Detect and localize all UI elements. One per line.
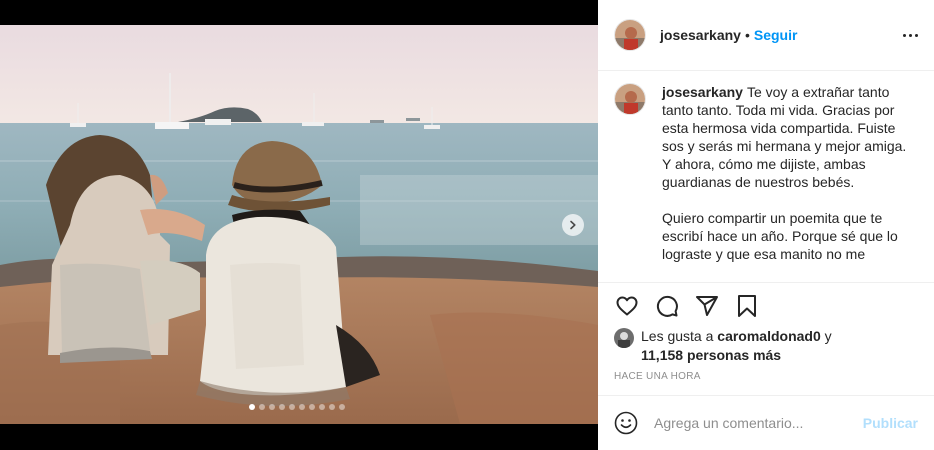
- comment-icon[interactable]: [654, 293, 680, 319]
- carousel-dot: [269, 404, 275, 410]
- heart-icon[interactable]: [614, 293, 640, 319]
- comment-form: Publicar: [598, 396, 934, 450]
- bookmark-icon[interactable]: [734, 293, 760, 319]
- avatar[interactable]: [614, 19, 646, 51]
- more-options-icon[interactable]: [903, 28, 918, 43]
- post-timestamp[interactable]: HACE UNA HORA: [614, 371, 701, 382]
- likes-connector: y: [824, 328, 832, 344]
- publish-comment-button[interactable]: Publicar: [863, 415, 918, 431]
- carousel-indicator: [249, 404, 345, 410]
- caption-section[interactable]: josesarkany Te voy a extrañar tanto tanto…: [598, 72, 934, 282]
- divider: [598, 282, 934, 283]
- carousel-dot: [319, 404, 325, 410]
- liker-username[interactable]: caromaldonad0: [717, 328, 820, 344]
- carousel-dot: [289, 404, 295, 410]
- post-actions: [614, 292, 918, 320]
- post-media: [0, 0, 598, 450]
- follow-button[interactable]: Seguir: [754, 27, 798, 43]
- emoji-icon[interactable]: [614, 411, 638, 435]
- caption-text: josesarkany Te voy a extrañar tanto tanto…: [662, 83, 918, 263]
- carousel-dot: [309, 404, 315, 410]
- post-header: josesarkany • Seguir: [598, 0, 934, 71]
- post-photo[interactable]: [0, 25, 598, 424]
- likes-summary: Les gusta a caromaldonad0 y 11,158 perso…: [614, 327, 918, 365]
- likes-text: Les gusta a caromaldonad0 y 11,158 perso…: [641, 327, 832, 365]
- liker-avatar[interactable]: [614, 328, 634, 348]
- carousel-dot: [339, 404, 345, 410]
- chevron-right-icon: [570, 220, 576, 230]
- caption-username[interactable]: josesarkany: [662, 84, 743, 100]
- carousel-dot: [329, 404, 335, 410]
- avatar[interactable]: [614, 83, 646, 115]
- comment-input[interactable]: [654, 415, 863, 431]
- carousel-dot: [259, 404, 265, 410]
- carousel-dot: [279, 404, 285, 410]
- carousel-dot: [299, 404, 305, 410]
- likes-count[interactable]: 11,158 personas más: [641, 347, 781, 363]
- carousel-dot: [249, 404, 255, 410]
- caption-row: josesarkany Te voy a extrañar tanto tanto…: [614, 83, 918, 263]
- header-separator: •: [744, 27, 750, 43]
- post-details-panel: josesarkany • Seguir josesarkany Te voy a…: [598, 0, 934, 450]
- carousel-next-button[interactable]: [562, 214, 584, 236]
- likes-prefix: Les gusta a: [641, 328, 714, 344]
- share-icon[interactable]: [694, 293, 720, 319]
- header-username[interactable]: josesarkany: [660, 27, 741, 43]
- caption-body: Te voy a extrañar tanto tanto tanto. Tod…: [662, 84, 907, 262]
